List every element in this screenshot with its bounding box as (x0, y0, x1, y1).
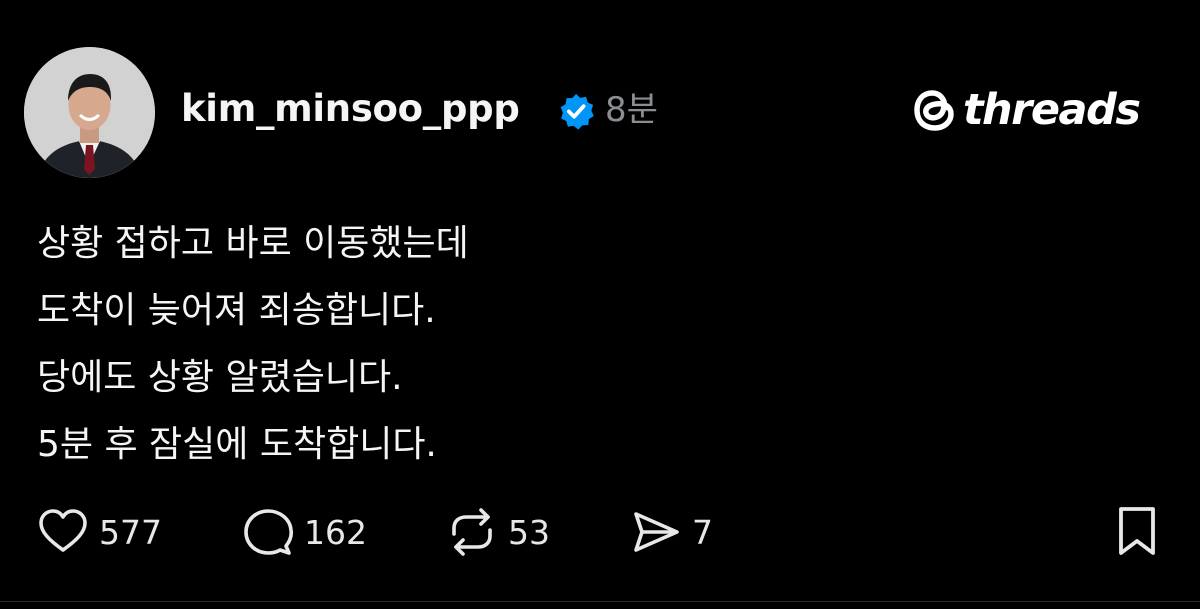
repost-button[interactable]: 53 (446, 500, 550, 564)
avatar[interactable] (24, 47, 155, 178)
avatar-photo (24, 47, 155, 178)
post-text-line: 당에도 상황 알렸습니다. (37, 357, 403, 398)
repost-icon (452, 508, 492, 556)
comment-icon (244, 509, 294, 555)
post-body: 상황 접하고 바로 이동했는데 도착이 늦어져 죄송합니다. 당에도 상황 알렸… (37, 210, 469, 478)
threads-wordmark: threads (963, 85, 1141, 135)
post-divider (0, 601, 1200, 602)
post-text-line: 도착이 늦어져 죄송합니다. (37, 290, 436, 331)
heart-icon (39, 509, 87, 552)
post-timestamp: 8분 (605, 90, 658, 130)
share-count: 7 (692, 512, 713, 552)
like-button[interactable]: 577 (37, 500, 162, 564)
like-count: 577 (99, 512, 162, 552)
post-text-line: 5분 후 잠실에 도착합니다. (37, 424, 437, 465)
post-text-line: 상황 접하고 바로 이동했는데 (37, 223, 469, 264)
reply-count: 162 (304, 512, 367, 552)
verified-badge-icon (560, 93, 594, 130)
post-username[interactable]: kim_minsoo_ppp (181, 84, 520, 134)
reply-button[interactable]: 162 (242, 500, 367, 564)
repost-count: 53 (508, 512, 550, 552)
threads-brand: threads (911, 84, 1141, 136)
share-button[interactable]: 7 (630, 500, 713, 564)
bookmark-icon[interactable] (1111, 503, 1163, 559)
threads-logo-icon (914, 90, 954, 131)
send-icon (634, 512, 679, 552)
post-actions-bar: 577 162 53 7 (0, 500, 1200, 564)
